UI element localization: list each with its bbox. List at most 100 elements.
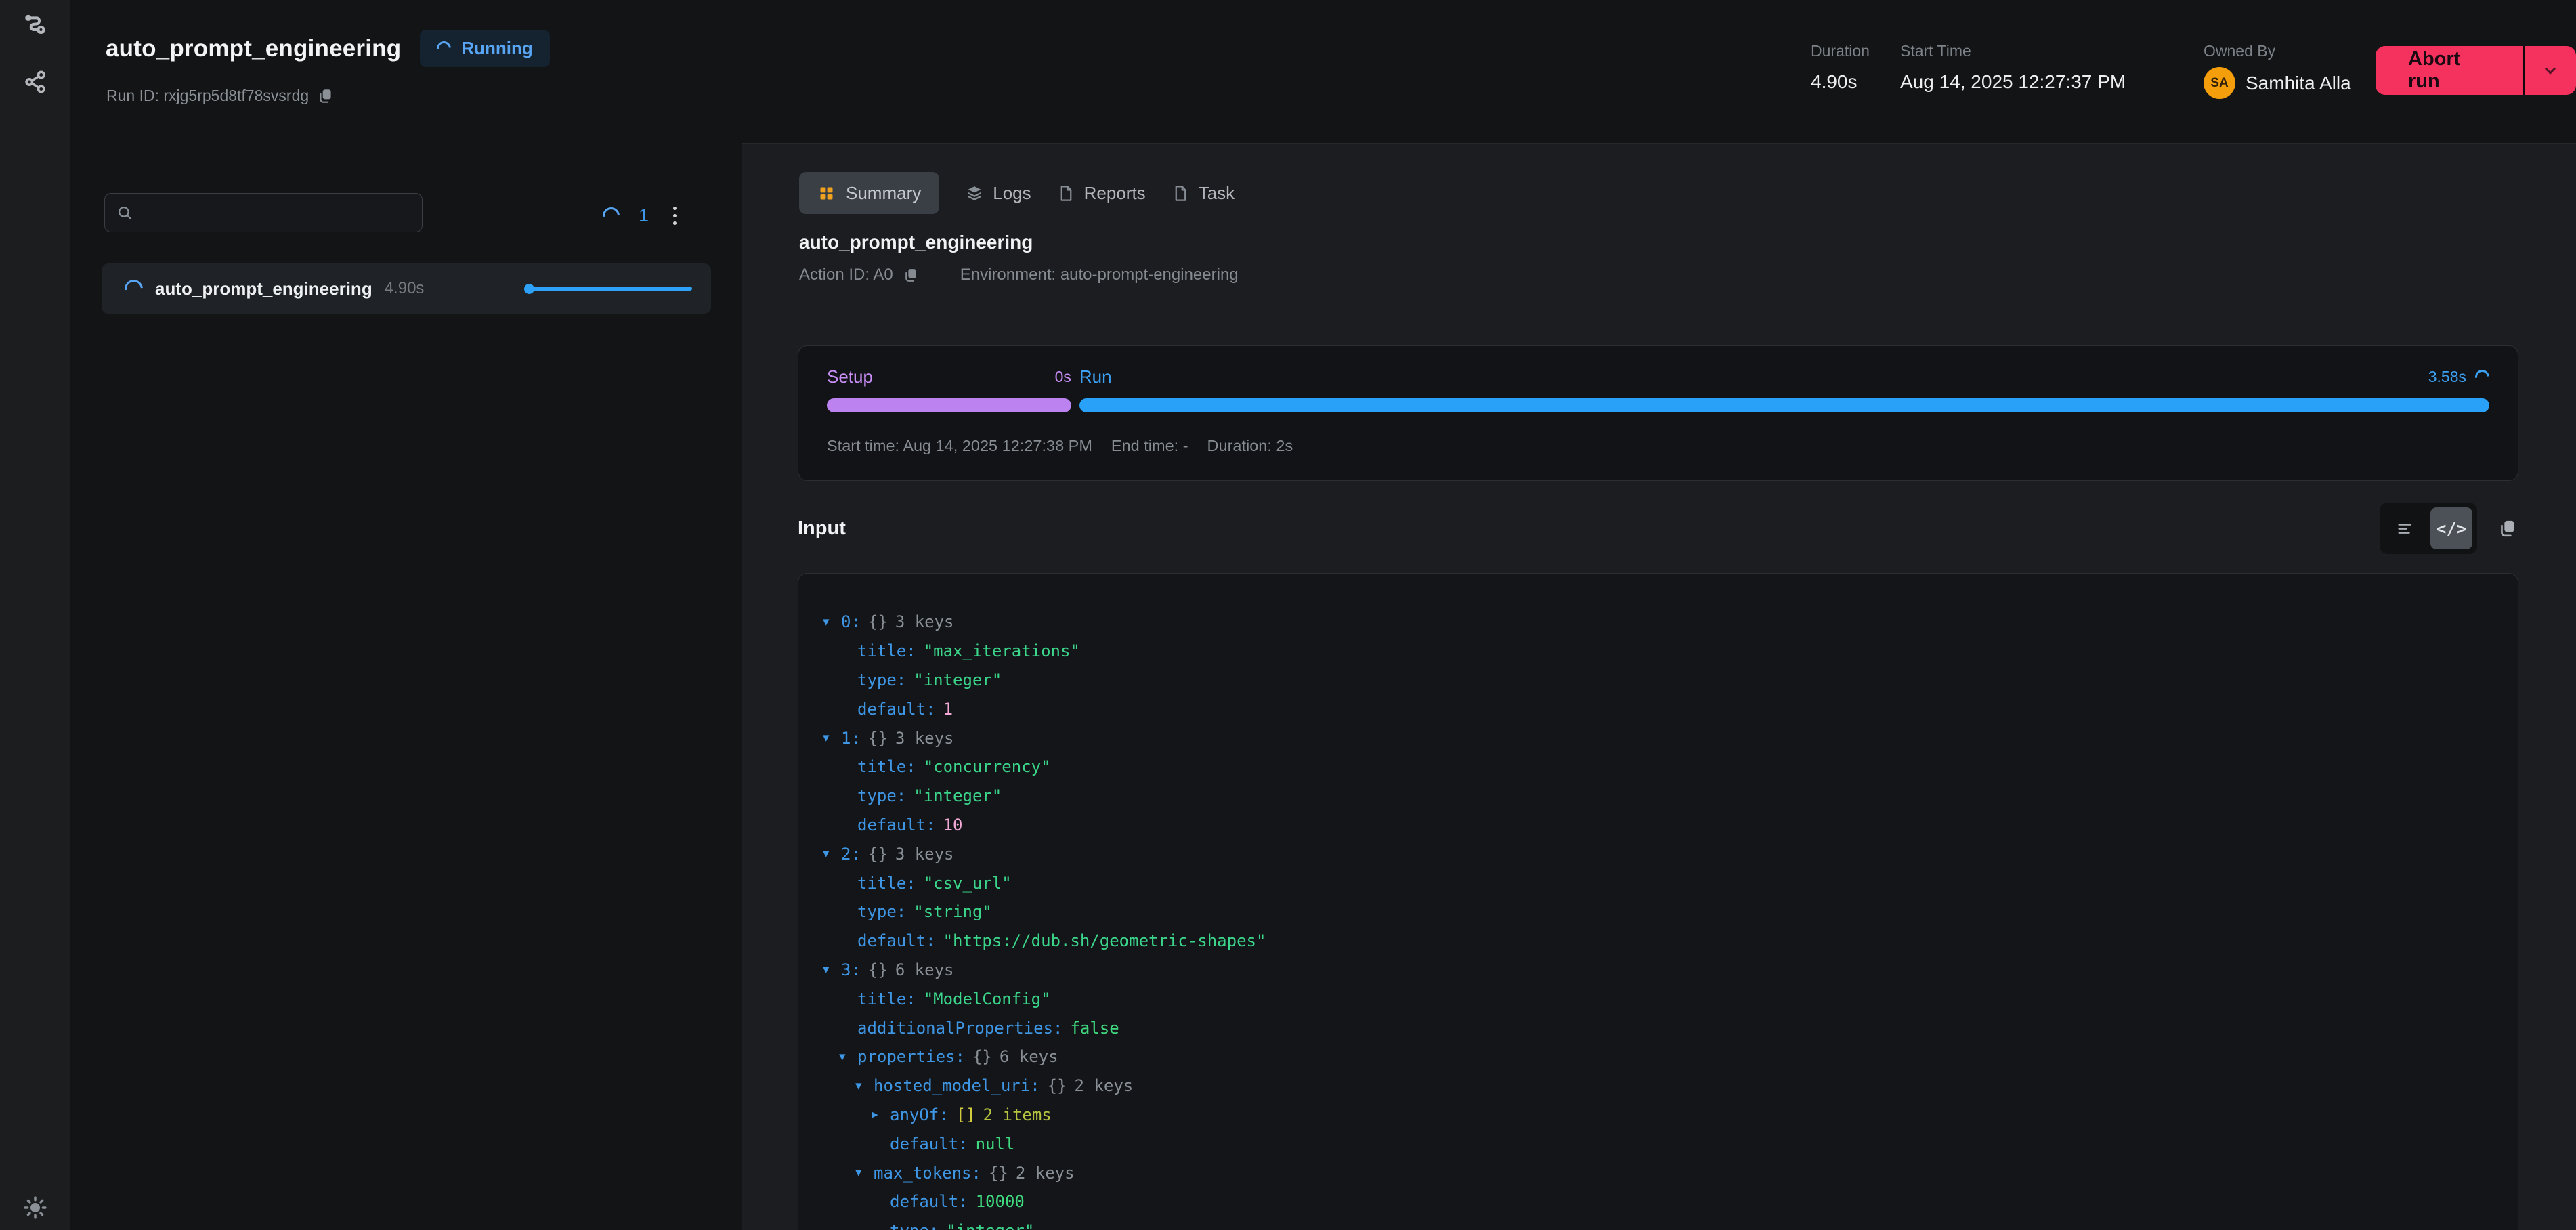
json-object-braces: {} [868,960,888,979]
json-key: title: [857,990,916,1009]
json-object-braces: {} [972,1047,992,1066]
json-string-value: "csv_url" [924,874,1012,893]
json-array-brackets: [] [956,1105,976,1124]
json-object-braces: {} [868,612,888,631]
tab-logs[interactable]: Logs [965,172,1031,214]
json-object-braces: {} [868,845,888,864]
run-label: Run [1079,366,1112,387]
json-key: additionalProperties: [857,1019,1062,1038]
list-options-kebab-icon[interactable] [668,204,682,228]
json-row: ▾max_tokens:{}2 keys [798,1158,2518,1187]
json-row: default: null [798,1129,2518,1158]
copy-run-id-icon[interactable] [317,87,335,105]
setup-bar [827,398,1071,412]
copy-action-id-icon[interactable] [903,267,920,284]
timeline-setup-segment[interactable]: Setup 0s [827,366,1071,412]
json-tree: ▾0:{}3 keystitle:"max_iterations"type:"i… [798,608,2518,1230]
run-header: auto_prompt_engineering Running Run ID: … [70,0,2576,143]
run-bar [1079,398,2489,412]
json-row: default: "https://dub.sh/geometric-shapes… [798,927,2518,956]
json-key: 2: [841,845,861,864]
run-duration: 3.58s [2428,368,2466,386]
json-row: type:"integer" [798,666,2518,695]
tree-toggle-icon[interactable]: ▾ [839,1049,857,1065]
search-icon [116,204,134,222]
json-key: default: [890,1134,968,1153]
json-key: default: [890,1192,968,1211]
tree-toggle-icon[interactable]: ▾ [823,614,841,630]
json-row: title:"concurrency" [798,752,2518,782]
code-brackets-icon: </> [2436,519,2466,538]
json-key: title: [857,757,916,776]
page-count: 1 [639,205,649,226]
timeline-start-time: Start time: Aug 14, 2025 12:27:38 PM [827,437,1092,455]
tab-task[interactable]: Task [1172,172,1235,214]
search-input[interactable] [142,203,411,222]
text-view-button[interactable] [2384,507,2426,549]
json-row: type:"integer" [798,1216,2518,1230]
copy-input-icon[interactable] [2497,518,2518,539]
json-string-value: "string" [914,902,992,921]
duration-label: Duration [1811,42,1870,60]
json-string-value: "https://dub.sh/geometric-shapes" [943,931,1266,950]
abort-run-button[interactable]: Abort run [2376,46,2525,95]
action-list-item[interactable]: auto_prompt_engineering 4.90s [102,263,711,314]
json-row: ▾3:{}6 keys [798,956,2518,985]
json-object-meta: 3 keys [895,845,954,864]
json-key: default: [857,931,936,950]
json-object-meta: 2 keys [1075,1076,1134,1095]
input-json-viewer: ▾0:{}3 keystitle:"max_iterations"type:"i… [798,573,2518,1230]
tree-toggle-icon[interactable]: ▾ [855,1165,874,1181]
input-section-header: Input </> [798,503,2518,554]
action-meta-row: Action ID: A0 Environment: auto-prompt-e… [799,266,1239,284]
code-view-button[interactable]: </> [2430,507,2472,549]
json-keyword-value: false [1070,1019,1119,1038]
json-object-meta: 2 keys [1016,1164,1075,1183]
json-object-meta: 6 keys [1000,1047,1058,1066]
abort-run-caret-button[interactable] [2525,46,2576,95]
owner-name: Samhita Alla [2246,72,2351,94]
tree-toggle-icon[interactable]: ▸ [872,1107,890,1122]
tab-task-label: Task [1199,183,1235,204]
json-row: default:1 [798,694,2518,723]
tree-toggle-icon[interactable]: ▾ [823,730,841,746]
owner-avatar: SA [2204,67,2235,99]
theme-sun-icon[interactable] [20,1192,51,1223]
tab-reports-label: Reports [1084,183,1146,204]
timeline-card: Setup 0s Run 3.58s Start time: Aug 14, 2… [798,345,2518,481]
tree-toggle-icon[interactable]: ▾ [823,962,841,977]
chevron-down-icon [2540,60,2560,81]
json-keyword-value: null [976,1134,1015,1153]
action-search-box [104,193,423,232]
logs-layers-icon [965,184,984,203]
tab-reports[interactable]: Reports [1057,172,1146,214]
item-running-spinner-icon [121,276,147,301]
workflow-route-icon[interactable] [20,9,51,41]
timeline-run-segment[interactable]: Run 3.58s [1079,366,2489,412]
share-icon[interactable] [20,66,51,98]
text-lines-icon [2396,519,2416,538]
tree-toggle-icon[interactable]: ▾ [823,846,841,862]
duration-value: 4.90s [1811,71,1870,93]
json-key: type: [857,902,906,921]
abort-run-split-button: Abort run [2376,46,2576,95]
tab-logs-label: Logs [993,183,1031,204]
reports-document-icon [1057,184,1075,203]
timeline-end-time: End time: - [1111,437,1188,455]
tab-summary[interactable]: Summary [799,172,939,214]
json-string-value: "integer" [914,786,1002,805]
json-row: default:10 [798,811,2518,840]
json-row: ▾properties:{}6 keys [798,1042,2518,1072]
json-object-meta: 3 keys [895,612,954,631]
start-time-label: Start Time [1900,42,2126,60]
json-object-meta: 6 keys [895,960,954,979]
tab-summary-label: Summary [846,183,921,204]
json-object-braces: {} [1048,1076,1067,1095]
json-key: title: [857,641,916,660]
tree-toggle-icon[interactable]: ▾ [855,1078,874,1094]
json-row: type: "string" [798,897,2518,927]
setup-label: Setup [827,366,873,387]
item-name: auto_prompt_engineering [155,278,372,299]
timeline-footer: Start time: Aug 14, 2025 12:27:38 PM End… [827,437,2489,455]
item-duration: 4.90s [385,279,425,298]
